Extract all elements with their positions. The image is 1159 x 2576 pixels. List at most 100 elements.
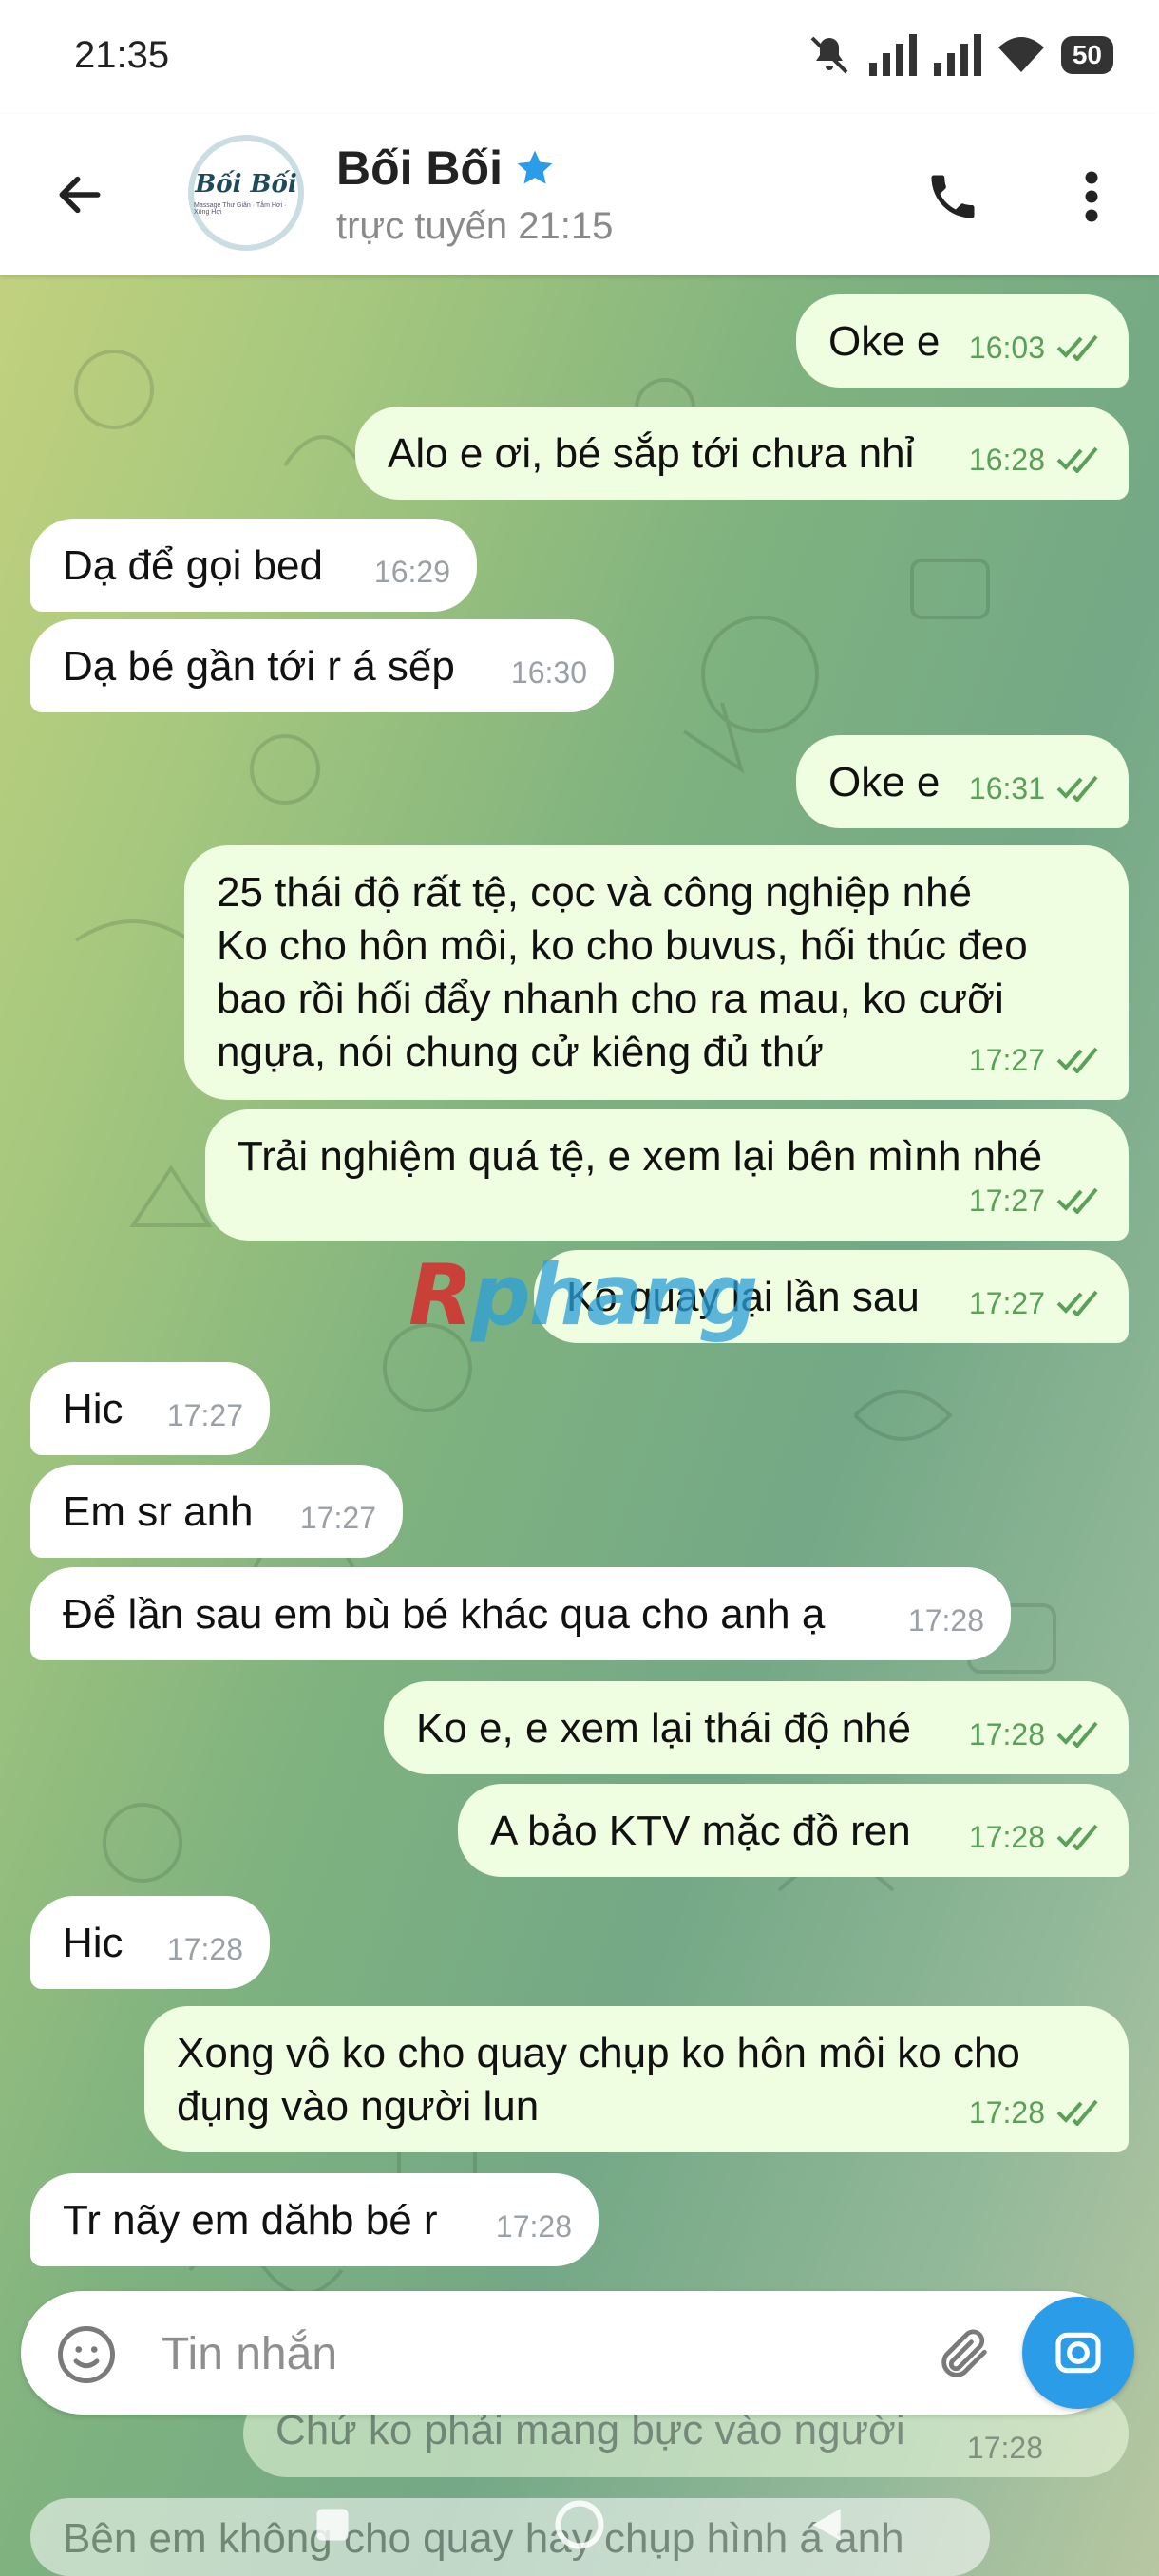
message-time: 17:28 [968, 1717, 1045, 1752]
nav-home-button[interactable] [551, 2496, 608, 2553]
message-time: 16:29 [373, 555, 450, 589]
camera-icon [1055, 2332, 1101, 2374]
battery-indicator: 50 [1060, 36, 1113, 74]
status-icons: 50 [807, 32, 1113, 78]
status-bar: 21:35 50 [0, 0, 1159, 114]
message-meta: 17:28 [969, 1708, 1102, 1761]
message-meta: 17:28 [908, 1594, 984, 1647]
double-check-icon [1056, 775, 1098, 802]
message-time: 16:31 [968, 771, 1045, 805]
back-button[interactable] [42, 161, 118, 228]
message-meta: 17:28 [167, 1923, 243, 1976]
mute-icon [810, 36, 848, 74]
message-bubble-outgoing[interactable]: Oke e 16:31 [796, 735, 1129, 828]
paperclip-icon [941, 2329, 987, 2377]
message-bubble-outgoing[interactable]: 25 thái độ rất tệ, cọc và công nghiệp nh… [184, 845, 1129, 1100]
home-circle-icon [555, 2500, 604, 2549]
message-time: 17:27 [968, 1286, 1045, 1320]
signal-icon-2 [933, 34, 981, 76]
message-meta: 16:30 [511, 646, 587, 699]
message-meta: 17:27 [969, 1033, 1102, 1087]
message-bubble-incoming[interactable]: Để lần sau em bù bé khác qua cho anh ạ 1… [30, 1567, 1011, 1660]
phone-icon [931, 175, 975, 218]
message-time: 17:27 [299, 1501, 376, 1535]
message-bubble-incoming[interactable]: Dạ bé gần tới r á sếp 16:30 [30, 619, 614, 712]
contact-name[interactable]: Bối Bối [336, 141, 556, 196]
message-text: Để lần sau em bù bé khác qua cho anh ạ [63, 1591, 826, 1638]
message-time: 17:27 [968, 1043, 1045, 1077]
double-check-icon [1056, 1047, 1098, 1073]
message-time: 17:27 [166, 1398, 243, 1432]
message-list[interactable]: Oke e 16:03 Alo e ơi, bé sắp tới chưa nh… [0, 275, 1159, 2576]
message-time: 17:28 [966, 2431, 1043, 2465]
more-vertical-icon [1085, 171, 1098, 222]
avatar-logo-text: Bối Bối [195, 170, 297, 199]
message-meta: 17:28 [969, 1810, 1102, 1864]
message-text: Trải nghiệm quá tệ, e xem lại bên mình n… [238, 1133, 1043, 1180]
message-text: Dạ bé gần tới r á sếp [63, 643, 455, 690]
double-check-icon [1056, 2099, 1098, 2126]
avatar-logo-subtitle: Massage Thư Giãn · Tắm Hơi · Xông Hơi [194, 202, 287, 216]
double-check-icon [1056, 1721, 1098, 1748]
message-bubble-incoming[interactable]: Tr nãy em dăhb bé r 17:28 [30, 2173, 598, 2266]
double-check-icon [1056, 1187, 1098, 1214]
contact-name-text: Bối Bối [336, 142, 503, 195]
message-time: 17:28 [495, 2209, 572, 2244]
more-options-button[interactable] [1058, 161, 1125, 232]
message-time: 16:30 [510, 655, 587, 690]
double-check-icon [1056, 1824, 1098, 1850]
signal-icon [868, 34, 917, 76]
nav-recents-button[interactable] [304, 2496, 361, 2553]
arrow-left-icon [59, 176, 101, 214]
square-icon [316, 2509, 349, 2541]
nav-back-button[interactable] [798, 2496, 855, 2553]
message-bubble-outgoing[interactable]: Oke e 16:03 [796, 294, 1129, 388]
watermark-logo: Rphang [408, 1246, 758, 1344]
message-bubble-incoming[interactable]: Hic 17:27 [30, 1362, 270, 1455]
status-time: 21:35 [74, 34, 170, 76]
message-time: 16:28 [968, 443, 1045, 477]
chat-header: Bối Bối Massage Thư Giãn · Tắm Hơi · Xôn… [0, 114, 1159, 275]
message-bubble-outgoing[interactable]: A bảo KTV mặc đồ ren 17:28 [458, 1784, 1129, 1877]
system-navigation-bar [0, 2470, 1159, 2576]
message-time: 17:28 [166, 1932, 243, 1966]
message-bubble-outgoing[interactable]: Trải nghiệm quá tệ, e xem lại bên mình n… [205, 1109, 1129, 1241]
message-composer [21, 2291, 1123, 2415]
message-meta: 17:27 [969, 1174, 1102, 1227]
double-check-icon [1056, 1290, 1098, 1316]
message-bubble-outgoing[interactable]: Alo e ơi, bé sắp tới chưa nhỉ 16:28 [355, 407, 1129, 500]
camera-button[interactable] [1022, 2297, 1134, 2409]
message-bubble-incoming[interactable]: Dạ để gọi bed 16:29 [30, 519, 477, 612]
message-time: 17:28 [968, 1820, 1045, 1854]
message-meta: 17:28 [969, 2086, 1102, 2139]
wifi-icon [998, 37, 1044, 72]
message-bubble-outgoing[interactable]: Xong vô ko cho quay chụp ko hôn môi ko c… [144, 2006, 1129, 2152]
message-meta: 17:27 [969, 1277, 1102, 1330]
message-time: 17:27 [968, 1184, 1045, 1218]
message-meta: 16:31 [969, 762, 1102, 815]
double-check-icon [1056, 446, 1098, 473]
call-button[interactable] [918, 161, 988, 232]
message-meta: 16:28 [969, 433, 1102, 486]
attach-button[interactable] [931, 2321, 998, 2388]
smiley-icon [58, 2326, 115, 2383]
message-text: Xong vô ko cho quay chụp ko hôn môi ko c… [177, 2030, 1020, 2130]
message-bubble-incoming[interactable]: Hic 17:28 [30, 1896, 270, 1989]
message-time: 17:28 [968, 2095, 1045, 2130]
emoji-button[interactable] [53, 2321, 120, 2388]
message-input[interactable] [162, 2323, 902, 2384]
message-text: 25 thái độ rất tệ, cọc và công nghiệp nh… [217, 869, 1028, 1075]
message-time: 17:28 [907, 1603, 984, 1638]
double-check-icon [1056, 334, 1098, 361]
message-text: Tr nãy em dăhb bé r [63, 2197, 438, 2244]
message-bubble-incoming[interactable]: Em sr anh 17:27 [30, 1465, 403, 1558]
message-meta: 16:03 [969, 321, 1102, 374]
avatar[interactable]: Bối Bối Massage Thư Giãn · Tắm Hơi · Xôn… [188, 135, 304, 251]
message-time: 16:03 [968, 331, 1045, 365]
message-bubble-outgoing[interactable]: Ko e, e xem lại thái độ nhé 17:28 [384, 1681, 1129, 1774]
message-meta: 16:29 [374, 545, 450, 598]
contact-status: trực tuyến 21:15 [336, 205, 614, 247]
message-meta: 17:27 [167, 1389, 243, 1442]
back-triangle-icon [812, 2509, 841, 2541]
star-icon [517, 150, 553, 184]
